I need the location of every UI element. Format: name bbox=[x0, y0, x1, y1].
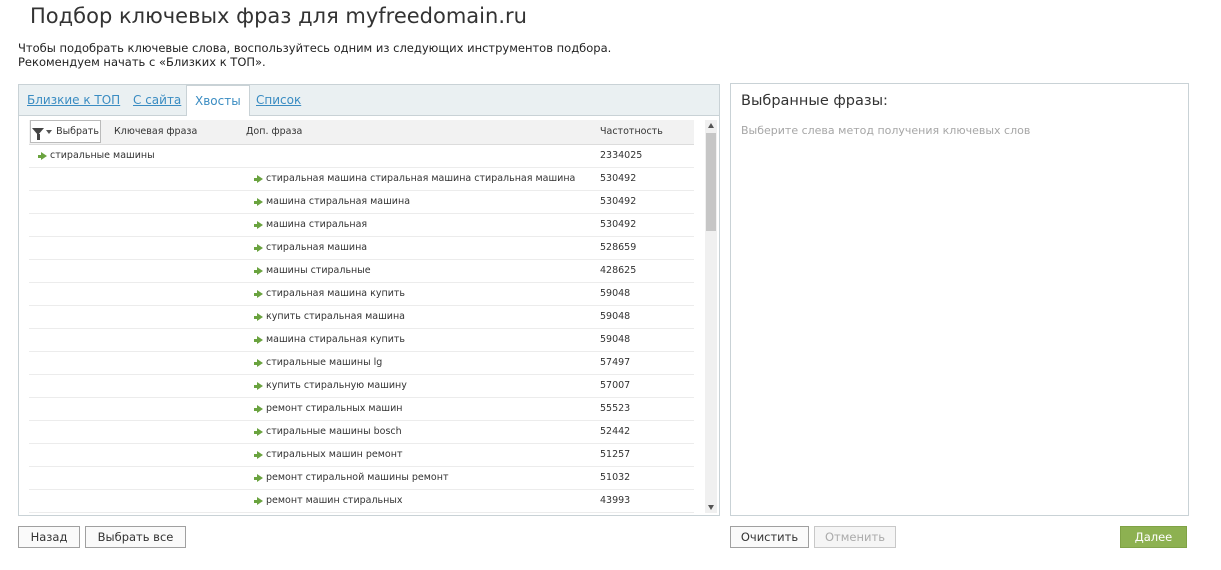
column-header-extra[interactable]: Доп. фраза bbox=[246, 126, 302, 137]
table-row[interactable]: стиральных машин ремонт 51257 bbox=[29, 444, 694, 467]
cell-frequency: 2334025 bbox=[600, 150, 643, 161]
tab-list[interactable]: Список bbox=[256, 93, 301, 107]
add-arrow-icon[interactable] bbox=[254, 290, 263, 298]
page-title: Подбор ключевых фраз для myfreedomain.ru bbox=[30, 4, 527, 28]
cell-frequency: 52442 bbox=[600, 426, 631, 437]
clear-button[interactable]: Очистить bbox=[730, 526, 809, 548]
table-row[interactable]: машины стиральные 428625 bbox=[29, 260, 694, 283]
column-header-frequency[interactable]: Частотность bbox=[600, 126, 663, 137]
add-arrow-icon[interactable] bbox=[254, 244, 263, 252]
add-arrow-icon[interactable] bbox=[254, 359, 263, 367]
cell-extra-phrase: ремонт стиральных машин bbox=[266, 403, 403, 414]
add-arrow-icon[interactable] bbox=[254, 382, 263, 390]
cell-extra-phrase: ремонт стиральной машины ремонт bbox=[266, 472, 449, 483]
cell-frequency: 528659 bbox=[600, 242, 637, 253]
cell-extra-phrase: машина стиральная купить bbox=[266, 334, 406, 345]
table-row[interactable]: стиральные машины lg 57497 bbox=[29, 352, 694, 375]
add-arrow-icon[interactable] bbox=[254, 267, 263, 275]
cell-extra-phrase: стиральная машина купить bbox=[266, 288, 406, 299]
table-row[interactable]: купить стиральную машину 57007 bbox=[29, 375, 694, 398]
cell-frequency: 43993 bbox=[600, 495, 631, 506]
add-arrow-icon[interactable] bbox=[254, 175, 263, 183]
cell-extra-phrase: стиральные машины lg bbox=[266, 357, 383, 368]
scroll-down-icon[interactable] bbox=[708, 505, 714, 510]
table-row[interactable]: машина стиральная купить 59048 bbox=[29, 329, 694, 352]
tab-close-to-top[interactable]: Близкие к ТОП bbox=[27, 93, 120, 107]
add-arrow-icon[interactable] bbox=[254, 198, 263, 206]
tool-tabs: Близкие к ТОП С сайта Хвосты Список bbox=[19, 85, 719, 116]
cell-extra-phrase: машины стиральные bbox=[266, 265, 371, 276]
cell-frequency: 530492 bbox=[600, 196, 637, 207]
add-arrow-icon[interactable] bbox=[38, 152, 47, 160]
cell-extra-phrase: стиральные машины bosch bbox=[266, 426, 402, 437]
table-row[interactable]: стиральная машина 528659 bbox=[29, 237, 694, 260]
back-button[interactable]: Назад bbox=[18, 526, 80, 548]
cell-extra-phrase: купить стиральная машина bbox=[266, 311, 406, 322]
grid-rows: стиральные машины 2334025 стиральная машин… bbox=[29, 145, 694, 513]
funnel-icon bbox=[32, 128, 45, 140]
add-arrow-icon[interactable] bbox=[254, 428, 263, 436]
tab-from-site[interactable]: С сайта bbox=[133, 93, 181, 107]
add-arrow-icon[interactable] bbox=[254, 221, 263, 229]
cell-frequency: 51257 bbox=[600, 449, 631, 460]
cell-key-phrase: стиральные машины bbox=[50, 150, 155, 161]
table-row[interactable]: купить стиральная машина 59048 bbox=[29, 306, 694, 329]
table-row[interactable]: машина стиральная 530492 bbox=[29, 214, 694, 237]
column-header-key[interactable]: Ключевая фраза bbox=[114, 126, 197, 137]
table-row[interactable]: стиральные машины bosch 52442 bbox=[29, 421, 694, 444]
tab-tails[interactable]: Хвосты bbox=[186, 85, 250, 116]
chevron-down-icon bbox=[46, 129, 53, 134]
selected-phrases-title: Выбранные фразы: bbox=[741, 93, 888, 109]
cell-frequency: 530492 bbox=[600, 219, 637, 230]
phrases-grid: Выбрать Ключевая фраза Доп. фраза Частот… bbox=[29, 120, 694, 513]
filter-select-label: Выбрать bbox=[56, 126, 99, 137]
cell-frequency: 57007 bbox=[600, 380, 631, 391]
selected-phrases-panel: Выбранные фразы: Выберите слева метод по… bbox=[730, 83, 1189, 516]
selected-phrases-hint: Выберите слева метод получения ключевых … bbox=[741, 124, 1031, 137]
table-row[interactable]: машина стиральная машина 530492 bbox=[29, 191, 694, 214]
cancel-button[interactable]: Отменить bbox=[814, 526, 896, 548]
table-row[interactable]: ремонт стиральных машин 55523 bbox=[29, 398, 694, 421]
description-line: Чтобы подобрать ключевые слова, воспольз… bbox=[18, 41, 612, 55]
cell-extra-phrase: ремонт машин стиральных bbox=[266, 495, 403, 506]
description-line: Рекомендуем начать с «Близких к ТОП». bbox=[18, 55, 266, 69]
cell-extra-phrase: стиральная машина стиральная машина стир… bbox=[266, 173, 576, 184]
add-arrow-icon[interactable] bbox=[254, 336, 263, 344]
cell-frequency: 59048 bbox=[600, 311, 631, 322]
cell-frequency: 59048 bbox=[600, 334, 631, 345]
keyword-tools-panel: Близкие к ТОП С сайта Хвосты Список Выбр… bbox=[18, 84, 720, 516]
cell-extra-phrase: стиральная машина bbox=[266, 242, 368, 253]
filter-select-button[interactable]: Выбрать bbox=[30, 120, 101, 143]
grid-header: Выбрать Ключевая фраза Доп. фраза Частот… bbox=[29, 120, 694, 145]
scrollbar-thumb[interactable] bbox=[706, 133, 716, 231]
cell-extra-phrase: машина стиральная машина bbox=[266, 196, 411, 207]
cell-frequency: 55523 bbox=[600, 403, 631, 414]
cell-frequency: 57497 bbox=[600, 357, 631, 368]
table-row[interactable]: стиральная машина стиральная машина стир… bbox=[29, 168, 694, 191]
scroll-up-icon[interactable] bbox=[708, 123, 714, 128]
grid-scrollbar[interactable] bbox=[705, 120, 717, 513]
add-arrow-icon[interactable] bbox=[254, 405, 263, 413]
add-arrow-icon[interactable] bbox=[254, 313, 263, 321]
cell-frequency: 59048 bbox=[600, 288, 631, 299]
cell-frequency: 530492 bbox=[600, 173, 637, 184]
table-row[interactable]: ремонт стиральной машины ремонт 51032 bbox=[29, 467, 694, 490]
page-description: Чтобы подобрать ключевые слова, воспольз… bbox=[18, 41, 611, 69]
cell-extra-phrase: стиральных машин ремонт bbox=[266, 449, 403, 460]
add-arrow-icon[interactable] bbox=[254, 474, 263, 482]
add-arrow-icon[interactable] bbox=[254, 451, 263, 459]
cell-extra-phrase: купить стиральную машину bbox=[266, 380, 407, 391]
cell-frequency: 51032 bbox=[600, 472, 631, 483]
next-button[interactable]: Далее bbox=[1120, 526, 1187, 548]
select-all-button[interactable]: Выбрать все bbox=[85, 526, 186, 548]
cell-extra-phrase: машина стиральная bbox=[266, 219, 368, 230]
table-row[interactable]: ремонт машин стиральных 43993 bbox=[29, 490, 694, 513]
table-row[interactable]: стиральная машина купить 59048 bbox=[29, 283, 694, 306]
add-arrow-icon[interactable] bbox=[254, 497, 263, 505]
table-row[interactable]: стиральные машины 2334025 bbox=[29, 145, 694, 168]
cell-frequency: 428625 bbox=[600, 265, 637, 276]
